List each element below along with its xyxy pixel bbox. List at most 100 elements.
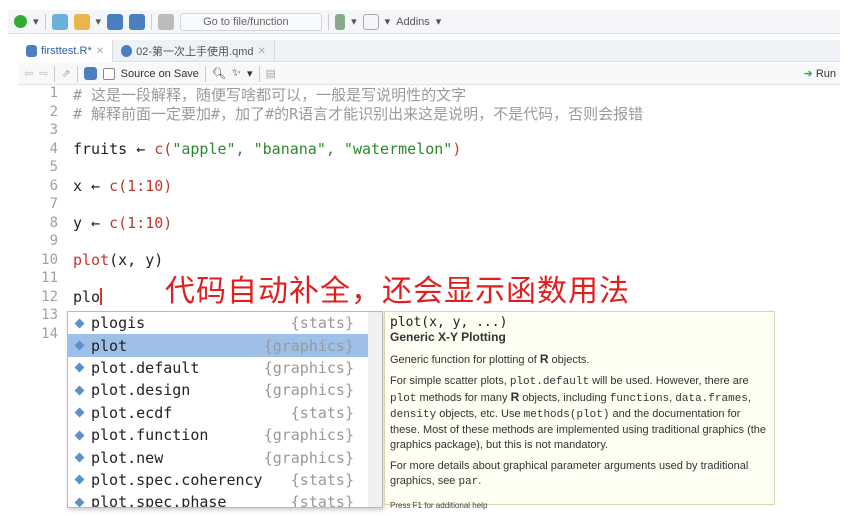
search-icon[interactable]: 🔍︎ xyxy=(212,67,226,80)
print-icon[interactable] xyxy=(158,13,175,30)
save-icon[interactable] xyxy=(83,67,97,80)
code-token: (x, y) xyxy=(109,250,164,269)
code-line: plot(x, y) xyxy=(73,251,163,269)
divider xyxy=(204,65,206,82)
autocomplete-popup: plogis {stats} plot {graphics} plot.default {… xyxy=(67,311,383,508)
code-token: plot xyxy=(73,250,110,269)
back-icon[interactable]: ⇦ xyxy=(24,67,33,80)
close-icon[interactable]: ✕ xyxy=(257,46,265,57)
new-project-icon[interactable] xyxy=(51,13,68,30)
function-icon xyxy=(74,452,85,463)
save-icon[interactable] xyxy=(107,13,124,30)
divider xyxy=(54,65,56,82)
code-token: x ← xyxy=(73,176,110,195)
source-on-save-checkbox[interactable] xyxy=(102,67,115,80)
close-icon[interactable]: ✕ xyxy=(96,46,104,57)
line-number: 13 xyxy=(41,307,58,323)
help-paragraph: For more details about graphical paramet… xyxy=(390,460,749,488)
completion-item[interactable]: plot.function {graphics} xyxy=(68,424,382,446)
completion-name: plot.ecdf xyxy=(91,403,173,422)
code-token: ) xyxy=(452,139,462,158)
completion-name: plot.new xyxy=(91,448,164,467)
addins-menu[interactable]: Addins xyxy=(396,16,430,28)
line-number: 3 xyxy=(49,122,58,138)
editor-toolbar: ⇦ ⇨ ⇗ Source on Save 🔍︎ ✨︎ ▾ ▤ ➜ Run xyxy=(18,63,840,85)
dropdown-icon[interactable]: ▾ xyxy=(247,67,253,80)
completion-package: {graphics} xyxy=(263,358,354,377)
divider xyxy=(258,65,260,82)
help-footer: Press F1 for additional help xyxy=(390,501,488,510)
git-icon[interactable] xyxy=(335,13,346,30)
goto-file-function-input[interactable]: Go to file/function xyxy=(180,12,323,31)
show-in-window-icon[interactable]: ⇗ xyxy=(61,67,70,80)
magic-wand-icon[interactable]: ✨︎ xyxy=(232,67,241,80)
tab-qmd[interactable]: 02-第一次上手使用.qmd ✕ xyxy=(113,40,275,62)
line-number: 10 xyxy=(41,251,58,268)
code-line: fruits ← c("apple", "banana", "watermelo… xyxy=(73,140,461,158)
text-cursor xyxy=(100,287,103,305)
completion-package: {stats} xyxy=(290,493,354,508)
layout-grid-icon[interactable] xyxy=(362,13,379,30)
completion-item[interactable]: plot {graphics} xyxy=(68,334,382,357)
completion-package: {graphics} xyxy=(263,336,354,355)
completion-package: {stats} xyxy=(290,470,354,489)
line-number: 11 xyxy=(41,270,58,286)
par-link[interactable]: par xyxy=(458,476,478,488)
code-token: "apple", "banana", "watermelon" xyxy=(172,139,453,158)
run-icon: ➜ xyxy=(803,68,813,80)
dropdown-icon[interactable]: ▾ xyxy=(385,15,391,28)
completion-package: {graphics} xyxy=(263,426,354,445)
function-icon xyxy=(74,363,85,373)
line-number: 5 xyxy=(49,159,58,175)
completion-item[interactable]: plot.spec.coherency {stats} xyxy=(68,469,382,491)
scrollbar[interactable] xyxy=(368,312,382,507)
tab-firsttest-r[interactable]: firsttest.R* ✕ xyxy=(18,40,114,62)
new-file-icon[interactable] xyxy=(14,15,27,28)
dropdown-icon[interactable]: ▾ xyxy=(436,15,442,28)
line-number: 12 xyxy=(41,288,58,305)
code-token: fruits ← xyxy=(73,139,155,158)
function-help-tooltip: plot(x, y, ...) Generic X-Y Plotting Gen… xyxy=(384,311,775,510)
outline-icon[interactable]: ▤ xyxy=(266,67,276,80)
forward-icon[interactable]: ⇨ xyxy=(39,67,48,80)
code-token: c( xyxy=(154,139,173,158)
help-paragraph: Generic function for plotting of R objec… xyxy=(390,352,590,366)
completion-item[interactable]: plogis {stats} xyxy=(68,312,382,334)
line-number: 14 xyxy=(41,325,58,342)
line-number: 4 xyxy=(49,140,58,157)
completion-item[interactable]: plot.new {graphics} xyxy=(68,446,382,468)
completion-package: {graphics} xyxy=(263,448,354,467)
line-number: 2 xyxy=(49,103,58,120)
function-icon xyxy=(74,385,85,396)
dropdown-icon[interactable]: ▾ xyxy=(96,15,102,28)
completion-name: plot.spec.phase xyxy=(91,493,227,508)
completion-name: plot xyxy=(91,336,128,355)
code-line: y ← c(1:10) xyxy=(73,214,172,232)
divider xyxy=(44,13,46,30)
completion-item[interactable]: plot.design {graphics} xyxy=(68,379,382,401)
tab-label: firsttest.R* xyxy=(41,45,92,57)
tab-label: 02-第一次上手使用.qmd xyxy=(136,46,254,58)
run-label: Run xyxy=(815,68,836,80)
function-signature: plot(x, y, ...) xyxy=(390,315,508,330)
line-number: 1 xyxy=(49,85,58,101)
code-line: # 解释前面一定要加#，加了#的R语言才能识别出来这是说明，不是代码，否则会报错 xyxy=(73,104,644,123)
open-file-icon[interactable] xyxy=(73,13,90,30)
completion-name: plot.spec.coherency xyxy=(91,470,263,489)
r-file-icon xyxy=(26,45,37,57)
run-button[interactable]: ➜ Run xyxy=(804,67,836,80)
line-number: 9 xyxy=(49,233,58,249)
quarto-file-icon xyxy=(121,45,133,57)
completion-item[interactable]: plot.spec.phase {stats} xyxy=(68,491,382,508)
function-icon xyxy=(74,407,85,418)
completion-name: plot.default xyxy=(91,358,200,377)
code-token: y ← xyxy=(73,213,110,232)
dropdown-icon[interactable]: ▾ xyxy=(351,15,357,28)
dropdown-icon[interactable]: ▾ xyxy=(33,15,39,28)
completion-item[interactable]: plot.default {graphics} xyxy=(68,357,382,379)
code-line: x ← c(1:10) xyxy=(73,177,172,195)
completion-item[interactable]: plot.ecdf {stats} xyxy=(68,402,382,424)
code-token: c(1:10) xyxy=(109,176,173,195)
save-all-icon[interactable] xyxy=(129,13,146,30)
code-line: plo xyxy=(73,287,103,306)
